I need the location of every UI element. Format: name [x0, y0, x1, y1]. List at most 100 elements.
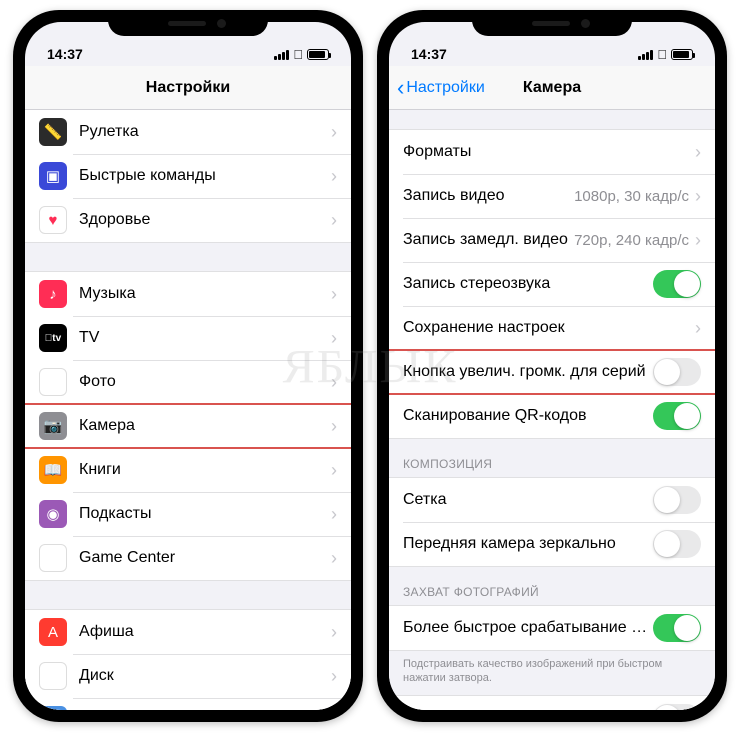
signal-icon	[274, 50, 289, 60]
navbar: ‹ Настройки Камера	[389, 66, 715, 110]
chevron-right-icon: ›	[331, 460, 337, 481]
back-label: Настройки	[406, 79, 484, 97]
app-icon: А	[39, 618, 67, 646]
chevron-right-icon: ›	[331, 328, 337, 349]
chevron-right-icon: ›	[331, 666, 337, 687]
settings-list[interactable]: 📏Рулетка›▣Быстрые команды›♥Здоровье› ♪Му…	[25, 110, 351, 710]
settings-row[interactable]: 􀎲tv TV ›	[25, 316, 351, 360]
settings-row[interactable]: ЗЗнание - сила›	[25, 698, 351, 710]
chevron-right-icon: ›	[331, 710, 337, 711]
phone-left: 14:37 􀙇 Настройки 📏 Рулетка › ▣ Быстрые кома…	[13, 10, 363, 722]
settings-row[interactable]: 📷Камера›	[25, 404, 351, 448]
settings-row[interactable]: Сохранение настроек›	[389, 306, 715, 350]
app-icon: 📖	[39, 456, 67, 484]
settings-row[interactable]: ◐ Диск ›	[25, 654, 351, 698]
chevron-right-icon: ›	[331, 122, 337, 143]
chevron-right-icon: ›	[331, 622, 337, 643]
settings-row[interactable]: ◉ Подкасты ›	[25, 492, 351, 536]
settings-row[interactable]: ✿Фото›	[25, 360, 351, 404]
row-label: Сохранение настроек	[403, 319, 689, 337]
settings-row[interactable]: ♪ Музыка ›	[25, 272, 351, 316]
settings-row[interactable]: ♥Здоровье›	[25, 198, 351, 242]
app-icon: 📏	[39, 118, 67, 146]
nav-title: Настройки	[146, 79, 230, 97]
toggle-switch[interactable]	[653, 270, 701, 298]
app-icon: 􀎲tv	[39, 324, 67, 352]
row-label: Быстрые команды	[79, 167, 325, 185]
app-icon: ♪	[39, 280, 67, 308]
row-label: Фото	[79, 373, 325, 391]
row-label: Диск	[79, 667, 325, 685]
app-icon: ✦	[39, 544, 67, 572]
battery-icon	[307, 49, 329, 60]
chevron-right-icon: ›	[331, 284, 337, 305]
settings-row[interactable]: Более быстрое срабатывание затвора	[389, 606, 715, 650]
app-icon: ◐	[39, 662, 67, 690]
settings-row[interactable]: 📏 Рулетка ›	[25, 110, 351, 154]
settings-row[interactable]: Сетка	[389, 478, 715, 522]
wifi-icon: 􀙇	[657, 47, 667, 62]
chevron-right-icon: ›	[695, 186, 701, 207]
row-label: Game Center	[79, 549, 325, 567]
chevron-right-icon: ›	[331, 504, 337, 525]
row-label: Смарт-HDR	[403, 709, 653, 710]
row-label: Здоровье	[79, 211, 325, 229]
row-label: TV	[79, 329, 325, 347]
section-header-composition: Композиция	[389, 438, 715, 478]
battery-icon	[671, 49, 693, 60]
app-icon: ◉	[39, 500, 67, 528]
settings-row[interactable]: Форматы ›	[389, 130, 715, 174]
settings-row[interactable]: 📖 Книги ›	[25, 448, 351, 492]
settings-row[interactable]: Запись замедл. видео720p, 240 кадр/с ›	[389, 218, 715, 262]
settings-row[interactable]: ✦ Game Center ›	[25, 536, 351, 580]
notch	[472, 10, 632, 36]
settings-row[interactable]: Сканирование QR-кодов	[389, 394, 715, 438]
settings-row[interactable]: Передняя камера зеркально	[389, 522, 715, 566]
row-label: Сетка	[403, 491, 653, 509]
row-label: Более быстрое срабатывание затвора	[403, 619, 653, 637]
row-label: Афиша	[79, 623, 325, 641]
settings-row[interactable]: Запись видео1080p, 30 кадр/с ›	[389, 174, 715, 218]
chevron-right-icon: ›	[695, 142, 701, 163]
toggle-switch[interactable]	[653, 704, 701, 710]
settings-row[interactable]: Запись стереозвука	[389, 262, 715, 306]
signal-icon	[638, 50, 653, 60]
chevron-right-icon: ›	[331, 372, 337, 393]
row-label: Сканирование QR-кодов	[403, 407, 653, 425]
toggle-switch[interactable]	[653, 402, 701, 430]
row-label: Подкасты	[79, 505, 325, 523]
notch	[108, 10, 268, 36]
row-detail: 720p, 240 кадр/с	[574, 232, 689, 249]
row-label: Запись замедл. видео	[403, 231, 574, 249]
settings-row[interactable]: Смарт-HDR	[389, 696, 715, 710]
status-time: 14:37	[411, 46, 447, 62]
row-label: Форматы	[403, 143, 689, 161]
section-header-capture: Захват фотографий	[389, 566, 715, 606]
row-label: Рулетка	[79, 123, 325, 141]
row-label: Книги	[79, 461, 325, 479]
row-label: Запись стереозвука	[403, 275, 653, 293]
row-label: Запись видео	[403, 187, 574, 205]
settings-row[interactable]: ▣ Быстрые команды ›	[25, 154, 351, 198]
toggle-switch[interactable]	[653, 358, 701, 386]
back-button[interactable]: ‹ Настройки	[397, 75, 485, 101]
toggle-switch[interactable]	[653, 614, 701, 642]
row-label: Передняя камера зеркально	[403, 535, 653, 553]
chevron-right-icon: ›	[331, 166, 337, 187]
app-icon: ▣	[39, 162, 67, 190]
app-icon: З	[39, 706, 67, 710]
settings-row[interactable]: Кнопка увелич. громк. для серий	[389, 350, 715, 394]
toggle-switch[interactable]	[653, 486, 701, 514]
toggle-switch[interactable]	[653, 530, 701, 558]
row-label: Музыка	[79, 285, 325, 303]
wifi-icon: 􀙇	[293, 47, 303, 62]
camera-settings-list[interactable]: Форматы›Запись видео1080p, 30 кадр/с›Зап…	[389, 110, 715, 710]
chevron-right-icon: ›	[331, 210, 337, 231]
settings-row[interactable]: А Афиша ›	[25, 610, 351, 654]
chevron-right-icon: ›	[331, 548, 337, 569]
chevron-right-icon: ›	[695, 230, 701, 251]
row-detail: 1080p, 30 кадр/с	[574, 188, 689, 205]
app-icon: 📷	[39, 412, 67, 440]
status-time: 14:37	[47, 46, 83, 62]
chevron-right-icon: ›	[331, 416, 337, 437]
